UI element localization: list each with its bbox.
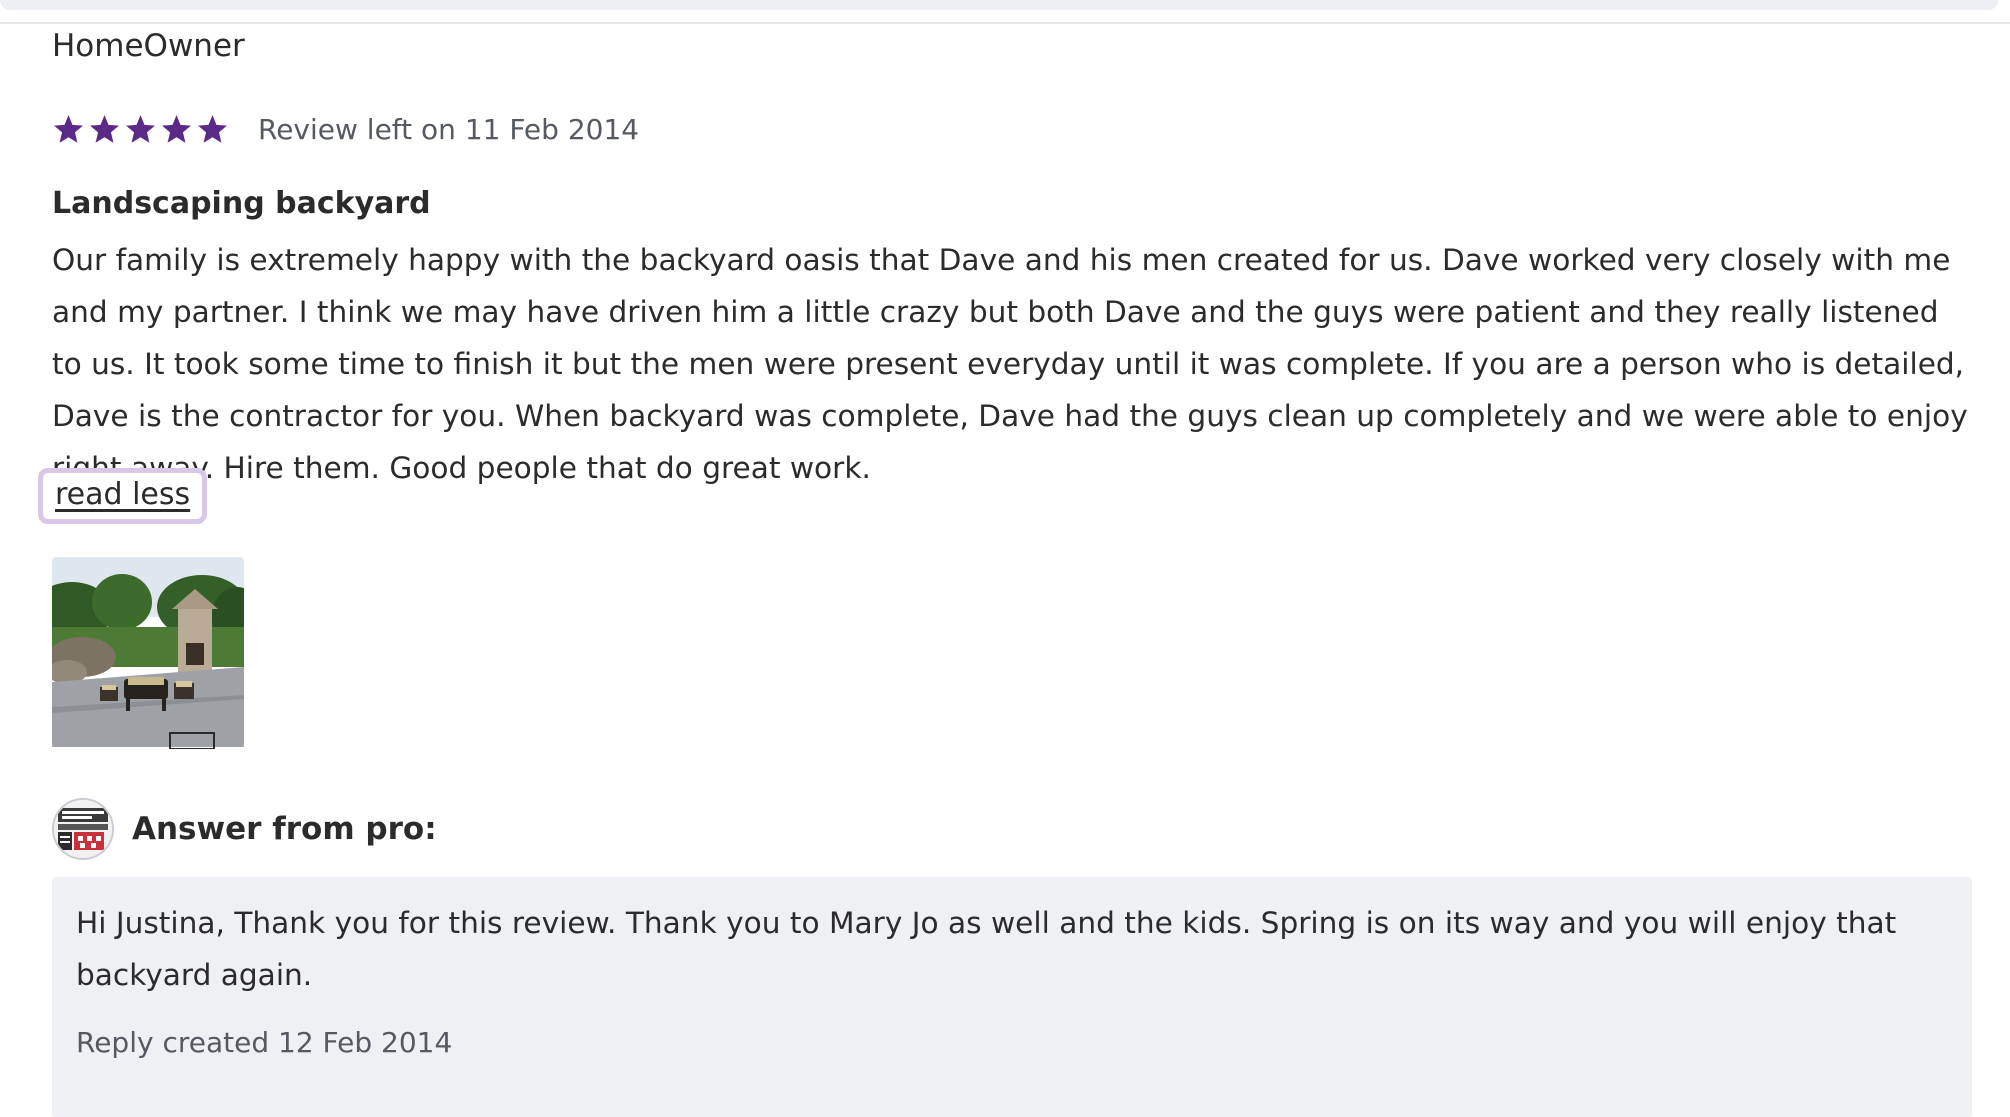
- star-icon: [160, 113, 193, 146]
- backyard-photo-image: [52, 557, 244, 749]
- top-card-edge: [0, 0, 2010, 24]
- review-photo-thumbnail[interactable]: [52, 557, 244, 749]
- star-rating: [52, 113, 232, 146]
- previous-card-bottom: [0, 0, 1998, 10]
- review-date: Review left on 11 Feb 2014: [258, 112, 640, 146]
- reviewer-name: HomeOwner: [52, 28, 245, 64]
- star-icon: [52, 113, 85, 146]
- rating-row: Review left on 11 Feb 2014: [52, 109, 639, 149]
- divider: [0, 22, 2010, 24]
- star-icon: [124, 113, 157, 146]
- pro-reply-text: Hi Justina, Thank you for this review. T…: [76, 906, 1897, 992]
- pro-answer-heading: Answer from pro:: [132, 811, 437, 847]
- pro-reply-box: Hi Justina, Thank you for this review. T…: [52, 877, 1972, 1117]
- star-icon: [196, 113, 229, 146]
- review-title: Landscaping backyard: [52, 186, 431, 221]
- pro-reply-date: Reply created 12 Feb 2014: [76, 1026, 453, 1059]
- pro-logo-icon: [54, 800, 112, 858]
- pro-answer-header: Answer from pro:: [52, 797, 437, 861]
- pro-logo-avatar: [52, 798, 114, 860]
- read-less-link[interactable]: read less: [38, 468, 208, 524]
- review-body: Our family is extremely happy with the b…: [52, 243, 1968, 485]
- star-icon: [88, 113, 121, 146]
